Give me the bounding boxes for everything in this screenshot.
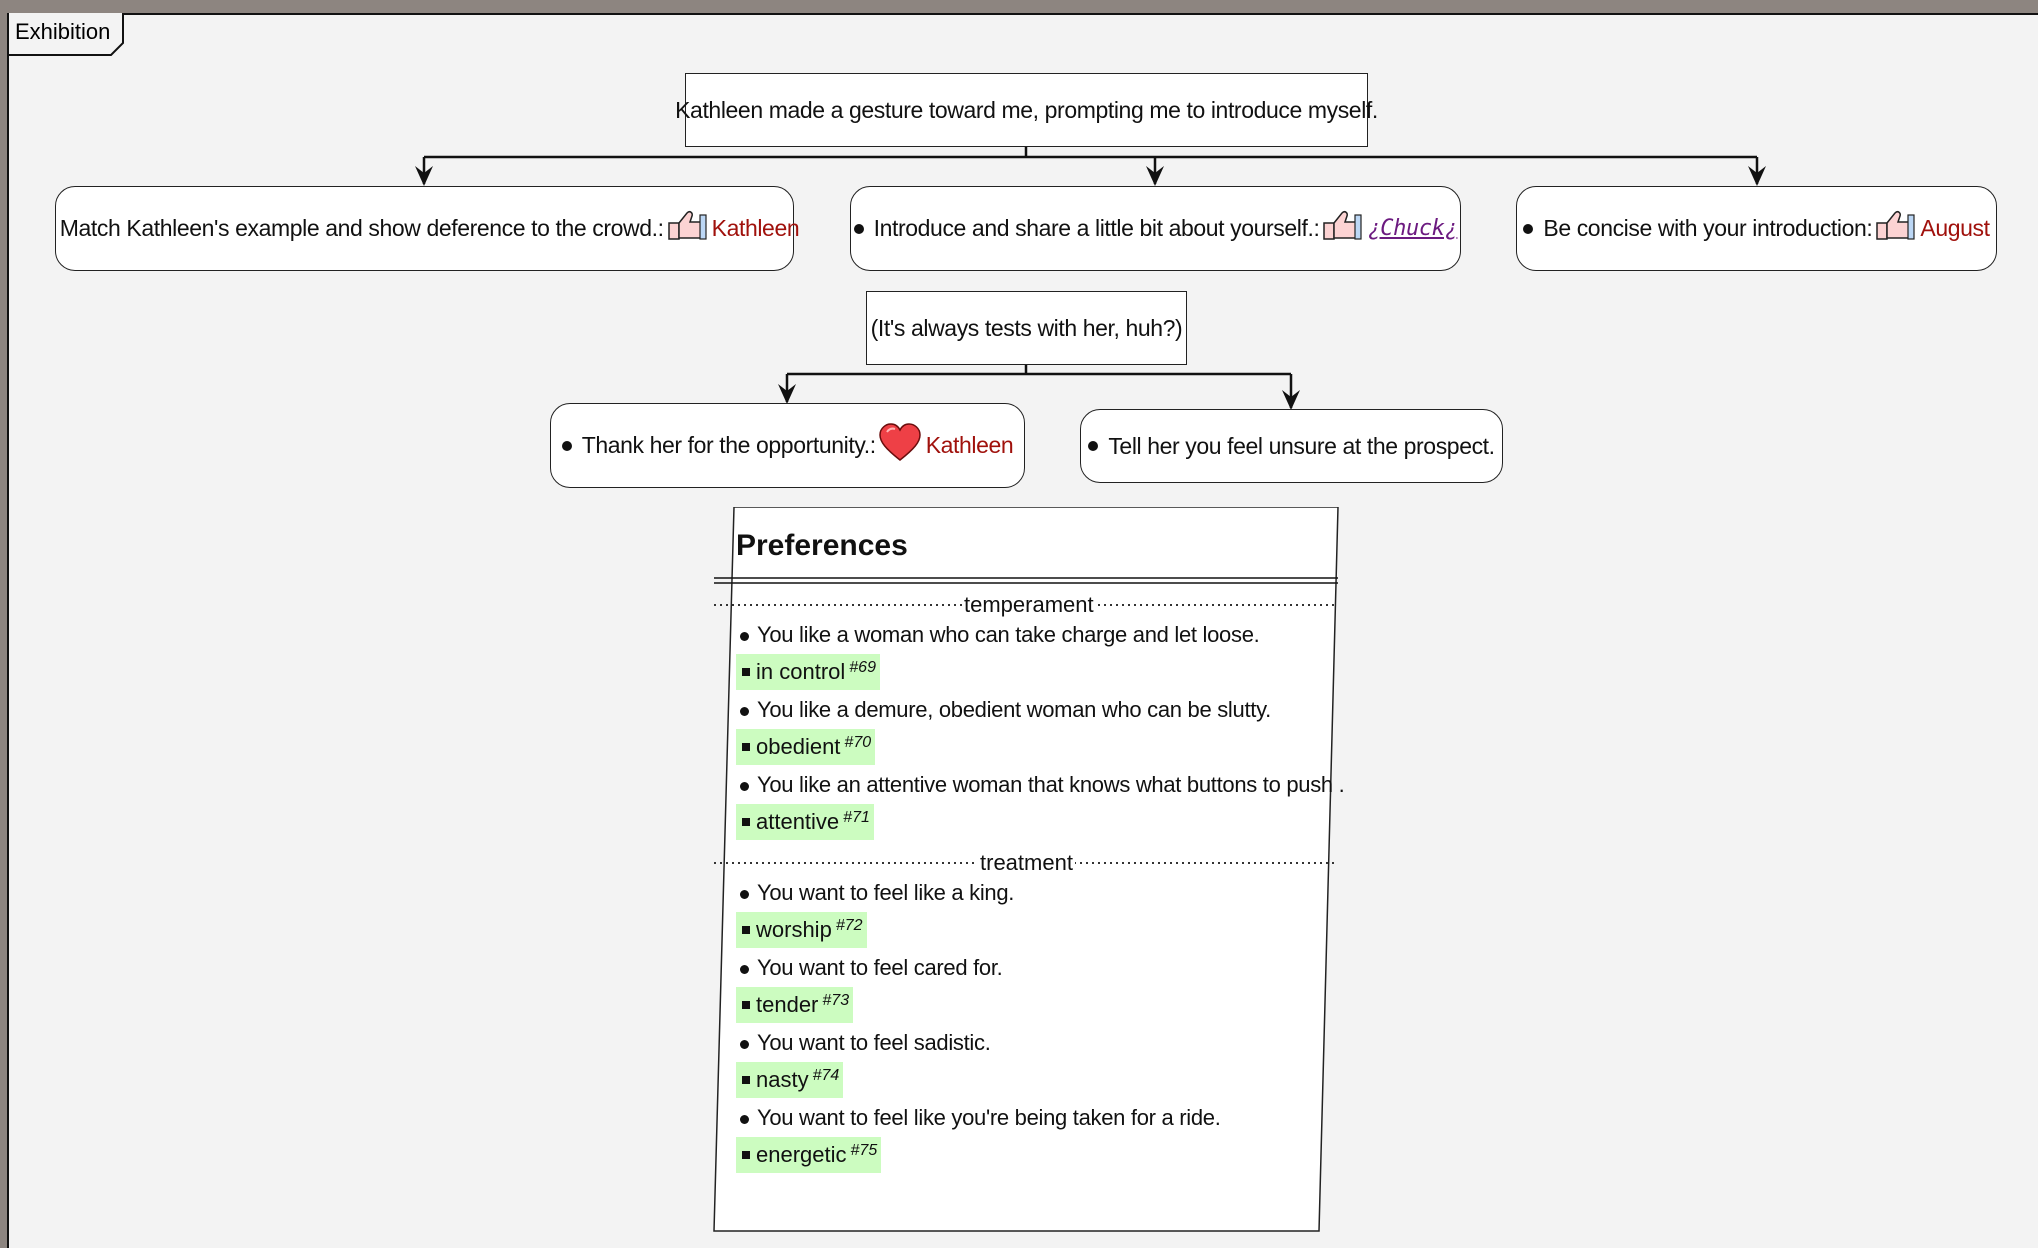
preference-text: You like a woman who can take charge and… — [757, 622, 1260, 647]
bullet-icon — [740, 889, 749, 899]
preference-text: You want to feel like a king. — [757, 880, 1015, 905]
choice-text: Match Kathleen's example and show defere… — [59, 215, 664, 241]
bullet-icon — [740, 631, 749, 641]
character-link[interactable]: ¿Chuck¿ — [1367, 216, 1457, 241]
bullet-icon — [740, 706, 749, 716]
preference-item: You want to feel cared for. — [740, 955, 1003, 981]
preference-item: You like an attentive woman that knows w… — [740, 772, 1345, 798]
bullet-icon — [1088, 441, 1099, 451]
preference-item: You want to feel like you're being taken… — [740, 1105, 1221, 1131]
bullet-icon — [1523, 223, 1534, 234]
preference-text: You want to feel cared for. — [757, 955, 1003, 980]
choice-text: Thank her for the opportunity.: — [581, 432, 876, 458]
preference-item: You want to feel sadistic. — [740, 1030, 991, 1056]
bullet-icon — [853, 223, 864, 234]
tag-label: energetic — [756, 1142, 847, 1167]
preference-tag: worship #72 — [736, 912, 867, 948]
preference-tag: obedient #70 — [736, 729, 876, 765]
choice-text: Tell her you feel unsure at the prospect… — [1108, 432, 1495, 459]
tag-number: #73 — [822, 992, 850, 1009]
thumbs-up-icon — [1321, 209, 1363, 249]
square-bullet-icon — [742, 743, 750, 751]
tag-number: #70 — [844, 734, 872, 751]
square-bullet-icon — [742, 1076, 750, 1084]
choice-text: Be concise with your introduction: — [1543, 215, 1873, 241]
preference-tag: attentive #71 — [736, 804, 874, 840]
square-bullet-icon — [742, 1001, 750, 1009]
preference-item: You want to feel like a king. — [740, 880, 1014, 906]
preferences-title: Preferences — [736, 529, 908, 562]
tag-number: #75 — [850, 1142, 878, 1159]
preference-text: You like an attentive woman that knows w… — [757, 772, 1345, 797]
square-bullet-icon — [742, 1151, 750, 1159]
preference-tag: nasty #74 — [736, 1062, 844, 1098]
square-bullet-icon — [742, 668, 750, 676]
choice-thank-her[interactable]: Thank her for the opportunity.: Kathleen — [550, 403, 1025, 488]
choice-introduce-yourself[interactable]: Introduce and share a little bit about y… — [850, 186, 1461, 271]
section-label-treatment: treatment — [978, 850, 1075, 876]
preference-tag: energetic #75 — [736, 1137, 882, 1173]
square-bullet-icon — [742, 818, 750, 826]
preference-tag: tender #73 — [736, 987, 854, 1023]
prompt-text: Kathleen made a gesture toward me, promp… — [675, 96, 1378, 123]
preference-item: You like a demure, obedient woman who ca… — [740, 697, 1271, 723]
bullet-icon — [561, 440, 572, 451]
tag-label: attentive — [756, 809, 840, 834]
choice-be-concise[interactable]: Be concise with your introduction: Augus… — [1516, 186, 1997, 271]
preference-text: You want to feel sadistic. — [757, 1030, 991, 1055]
choice-text: Introduce and share a little bit about y… — [873, 215, 1320, 241]
tag-number: #69 — [849, 659, 876, 676]
character-name: Kathleen — [711, 215, 800, 241]
heart-icon — [878, 422, 922, 469]
frame-title: Exhibition — [15, 19, 111, 44]
tag-number: #74 — [812, 1067, 840, 1084]
preference-text: You like a demure, obedient woman who ca… — [757, 697, 1271, 722]
preference-item: You like a woman who can take charge and… — [740, 622, 1260, 648]
thumbs-up-icon — [1874, 209, 1916, 249]
tag-label: in control — [756, 659, 846, 684]
thumbs-up-icon — [666, 209, 708, 249]
section-label-temperament: temperament — [962, 592, 1096, 618]
tag-label: obedient — [756, 734, 841, 759]
tag-label: tender — [756, 992, 819, 1017]
preferences-card: Preferences temperament You like a woman… — [712, 507, 1345, 1233]
preference-text: You want to feel like you're being taken… — [757, 1105, 1221, 1130]
bullet-icon — [740, 964, 749, 974]
preference-tag: in control #69 — [736, 654, 880, 690]
prompt-node: Kathleen made a gesture toward me, promp… — [675, 73, 1378, 147]
thought-node: (It's always tests with her, huh?) — [866, 291, 1187, 365]
bullet-icon — [740, 1039, 749, 1049]
tag-number: #71 — [843, 809, 870, 826]
tag-label: nasty — [756, 1067, 809, 1092]
character-name: Kathleen — [925, 432, 1014, 458]
bullet-icon — [740, 1114, 749, 1124]
choice-feel-unsure[interactable]: Tell her you feel unsure at the prospect… — [1080, 409, 1503, 483]
bullet-icon — [740, 781, 749, 791]
tag-label: worship — [756, 917, 832, 942]
tag-number: #72 — [835, 917, 863, 934]
choice-match-example[interactable]: Match Kathleen's example and show defere… — [55, 186, 800, 271]
character-name: August — [1920, 215, 1990, 241]
thought-text: (It's always tests with her, huh?) — [870, 314, 1183, 341]
square-bullet-icon — [742, 926, 750, 934]
